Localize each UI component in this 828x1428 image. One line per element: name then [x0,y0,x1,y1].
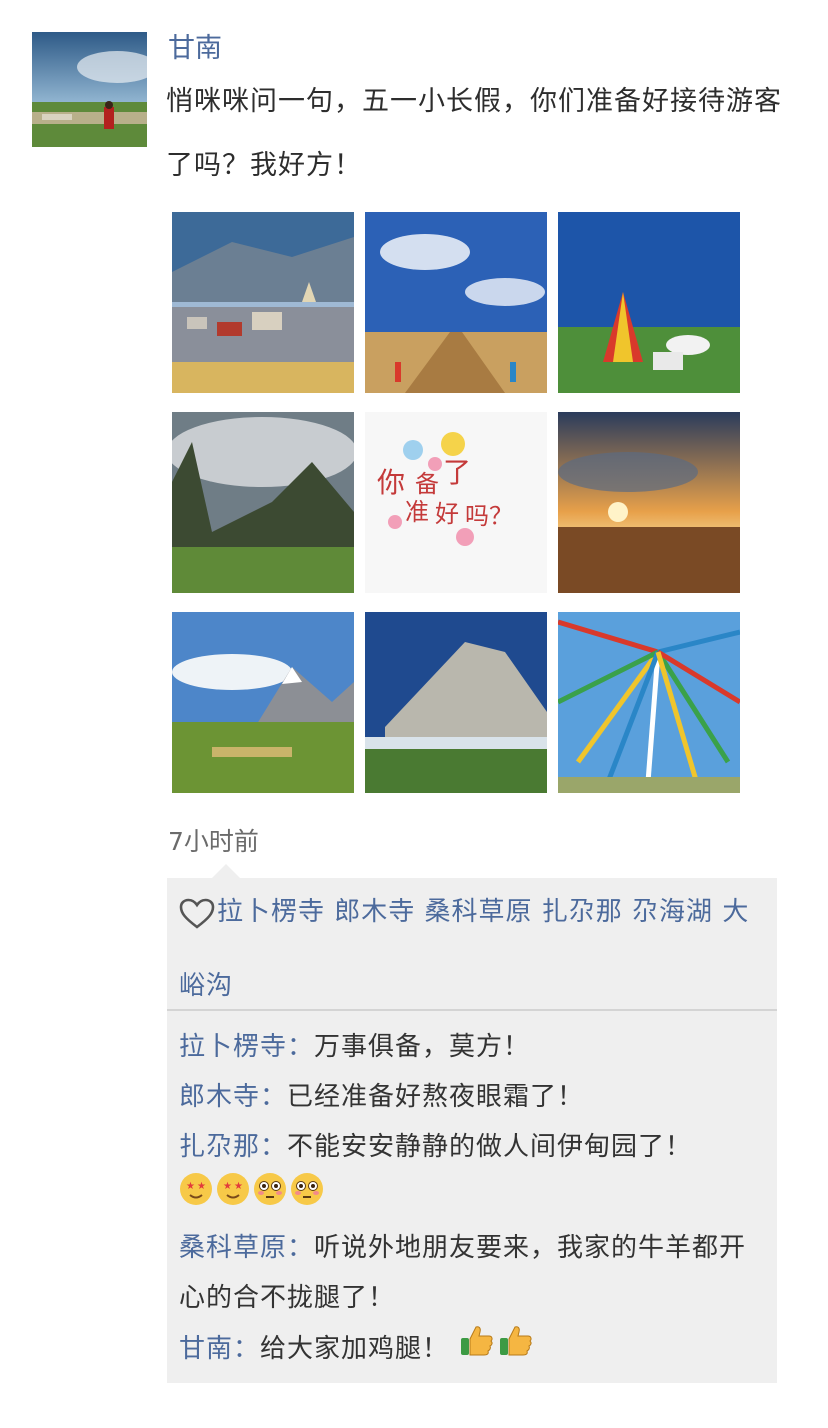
comment-author[interactable]: 桑科草原 [179,1233,287,1263]
snow-mountain-village-photo[interactable] [172,612,354,793]
flushed-emoji [253,1172,287,1223]
comment-item[interactable]: 甘南：给大家加鸡腿！ [179,1323,771,1376]
comment-text: 已经准备好熬夜眼霜了！ [287,1082,585,1112]
comment-author[interactable]: 郎木寺 [179,1082,260,1112]
comment-item[interactable]: 拉卜楞寺：万事俱备，莫方！ [179,1022,771,1072]
svg-text:★: ★ [186,1181,196,1192]
star-struck-emoji: ★ ★ [179,1172,213,1223]
likes-row: 拉卜楞寺 郎木寺 桑科草原 扎尕那 尕海湖 大峪沟 [179,880,769,1018]
divider [167,1009,777,1011]
svg-text:你: 你 [377,466,405,499]
sunset-grassland-photo[interactable] [558,412,740,593]
comment-author[interactable]: 扎尕那 [179,1132,260,1162]
svg-text:吗？: 吗？ [465,502,513,530]
comment-list: 拉卜楞寺：万事俱备，莫方！ 郎木寺：已经准备好熬夜眼霜了！ 扎尕那：不能安安静静… [179,1022,771,1376]
thumbs-up-emoji [458,1323,494,1376]
comment-item[interactable]: 桑科草原：听说外地朋友要来，我家的牛羊都开心的合不拢腿了！ [179,1223,771,1323]
prayer-flags-photo[interactable] [558,612,740,793]
svg-text:好: 好 [435,500,459,528]
boardwalk-sky-photo[interactable] [365,212,547,393]
svg-text:★: ★ [197,1181,207,1192]
svg-text:准: 准 [405,498,429,526]
comment-item[interactable]: 郎木寺：已经准备好熬夜眼霜了！ [179,1072,771,1122]
svg-text:了: 了 [443,456,471,489]
are-you-ready-sticker[interactable]: 你 备 了 准 好 吗？ [365,412,547,593]
star-struck-emoji: ★ ★ [216,1172,250,1223]
thumbs-up-emoji [497,1323,533,1376]
comment-text: 给大家加鸡腿！ [260,1334,450,1364]
comment-text: 万事俱备，莫方！ [314,1032,531,1062]
post-time: 7小时前 [168,827,259,856]
photo-grid: 你 备 了 准 好 吗？ [172,212,740,794]
flushed-emoji [290,1172,324,1223]
likes-names[interactable]: 拉卜楞寺 郎木寺 桑科草原 扎尕那 尕海湖 大峪沟 [179,897,749,1001]
comment-author[interactable]: 拉卜楞寺 [179,1032,287,1062]
likes-comments-panel: 拉卜楞寺 郎木寺 桑科草原 扎尕那 尕海湖 大峪沟 拉卜楞寺：万事俱备，莫方！ … [167,878,777,1383]
prayer-tent-grassland-photo[interactable] [558,212,740,393]
post-author[interactable]: 甘南 [168,26,222,65]
post-text: 悄咪咪问一句，五一小长假，你们准备好接待游客了吗？我好方！ [166,86,782,181]
temple-town-photo[interactable] [172,212,354,393]
cloudy-valley-photo[interactable] [172,412,354,593]
comment-text: 不能安安静静的做人间伊甸园了！ [287,1132,693,1162]
heart-outline-icon [179,890,215,954]
svg-text:★: ★ [234,1181,244,1192]
avatar[interactable] [32,32,147,147]
comment-author[interactable]: 甘南 [179,1334,233,1364]
comment-item[interactable]: 扎尕那：不能安安静静的做人间伊甸园了！ ★ ★ ★ ★ [179,1122,771,1223]
rock-peak-photo[interactable] [365,612,547,793]
svg-text:★: ★ [223,1181,233,1192]
svg-text:备: 备 [415,470,439,498]
panel-arrow [212,864,240,878]
